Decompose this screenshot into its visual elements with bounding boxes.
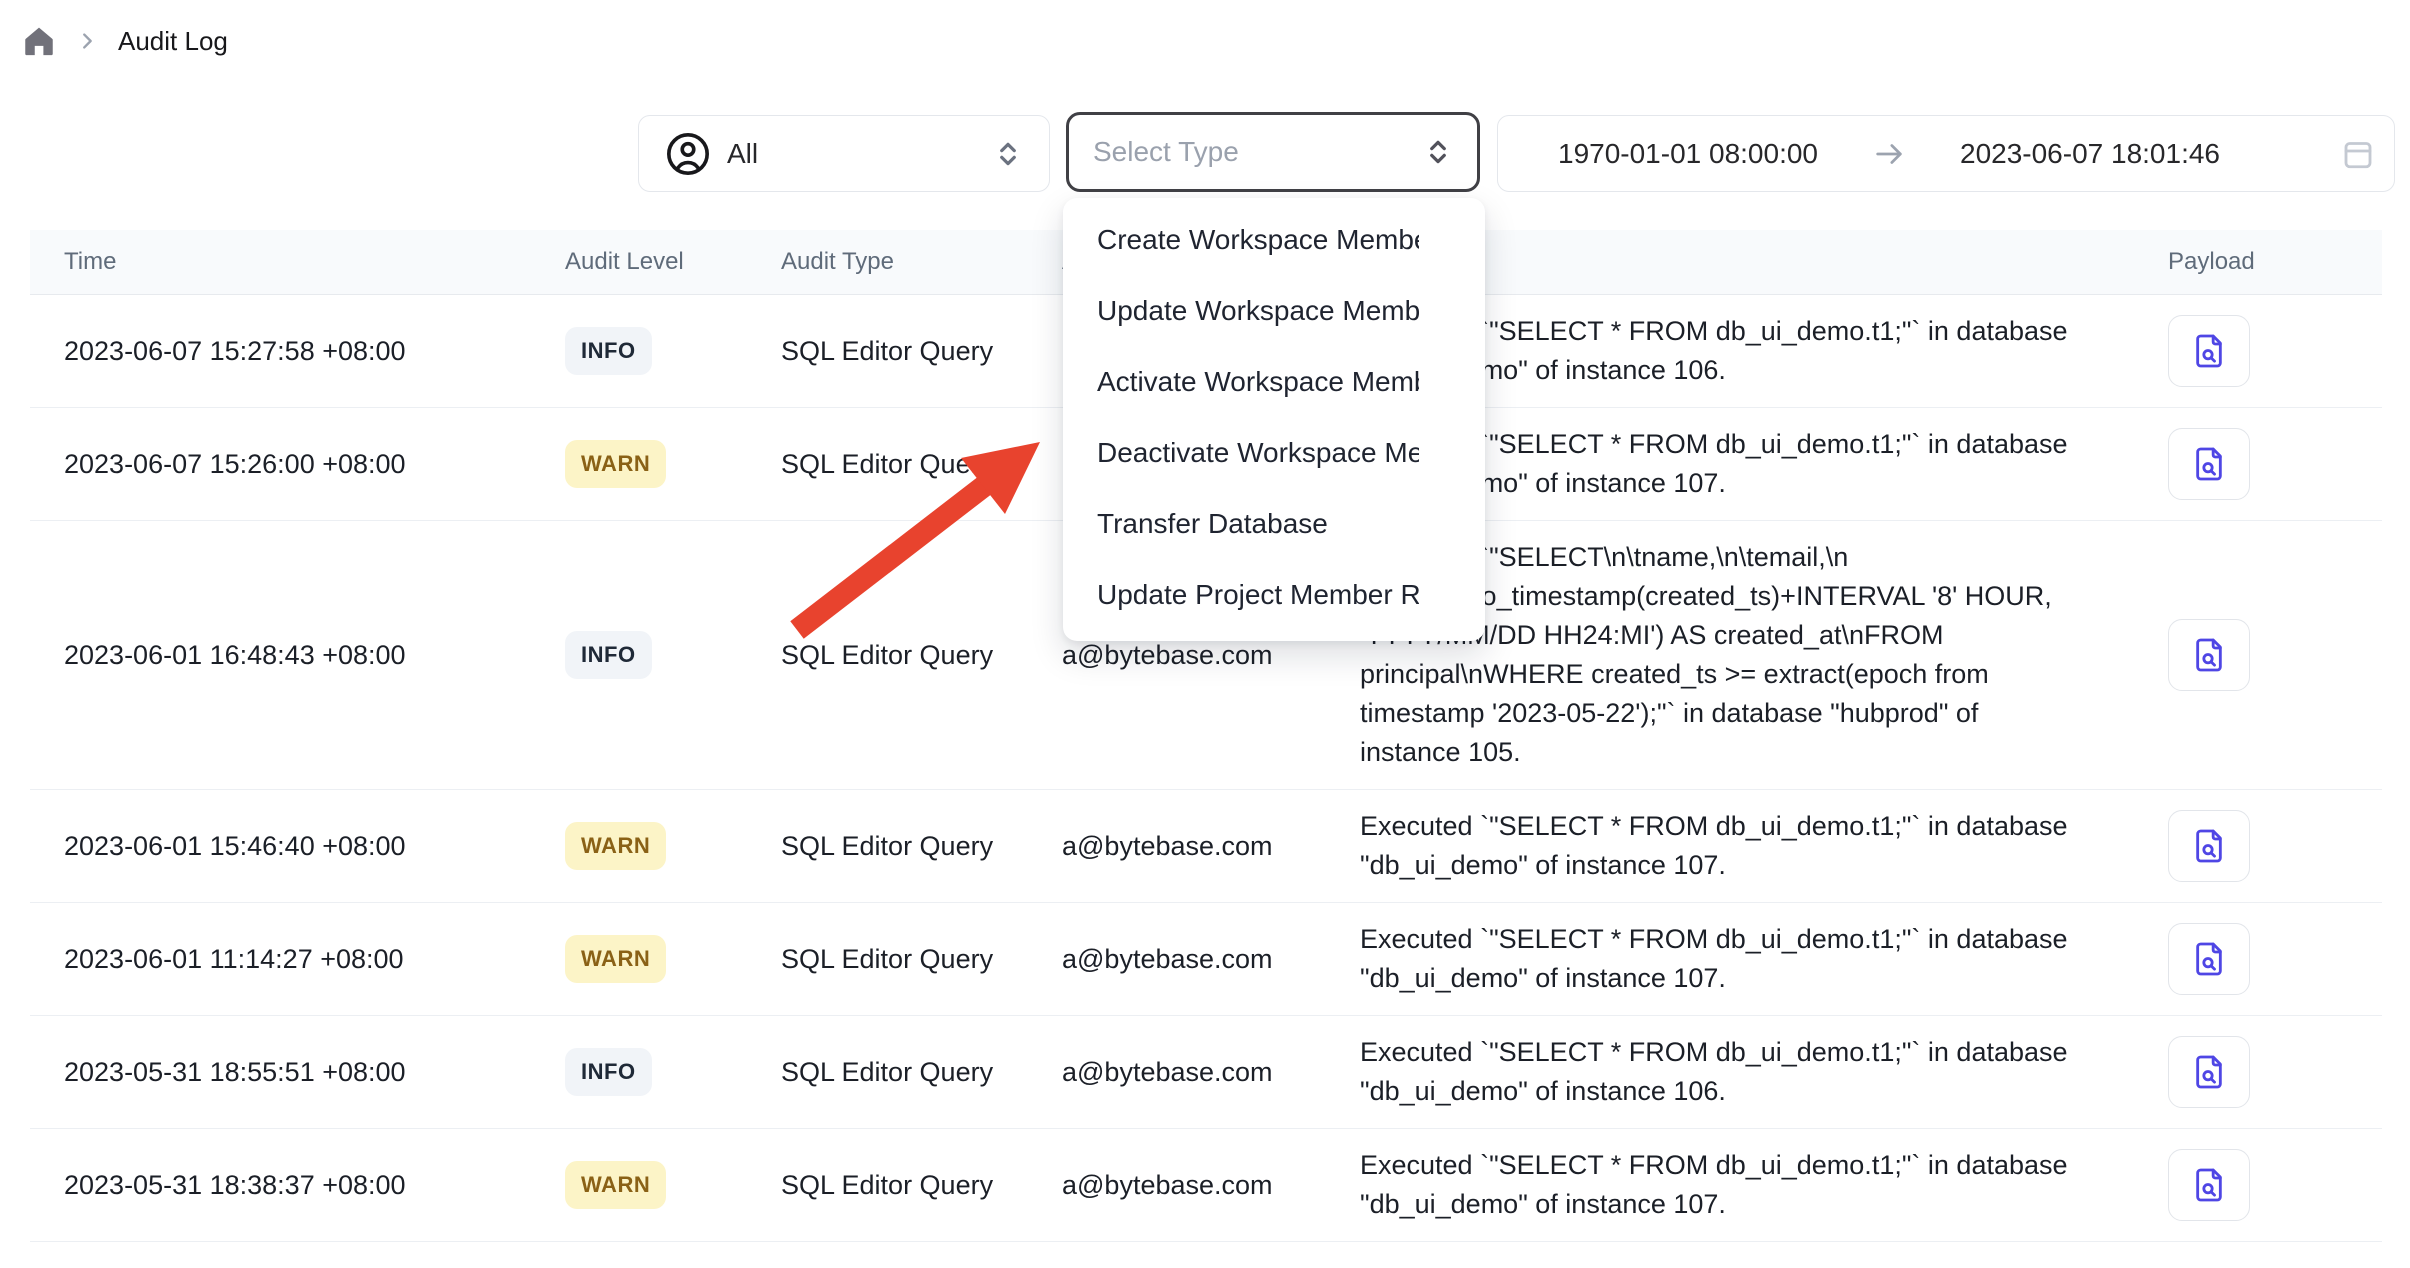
row-audit-type: SQL Editor Query [770,831,1050,862]
date-range-picker[interactable]: 1970-01-01 08:00:00 2023-06-07 18:01:46 [1497,115,2395,192]
row-actor: a@bytebase.com [1050,1057,1360,1088]
file-search-icon [2189,826,2229,866]
payload-view-button[interactable] [2168,810,2250,882]
table-row: 2023-05-31 18:38:37 +08:00 WARN SQL Editor… [30,1129,2382,1242]
type-dropdown-option-label: Create Workspace Member [1097,224,1419,256]
arrow-right-icon [1872,137,1906,171]
type-dropdown-option-label: Update Workspace Member [1097,295,1419,327]
row-audit-type: SQL Editor Query [770,1057,1050,1088]
type-dropdown-option-label: Transfer Database [1097,508,1419,540]
audit-level-badge: WARN [565,1161,666,1209]
table-row: 2023-06-01 11:14:27 +08:00 WARN SQL Editor… [30,903,2382,1016]
row-audit-type: SQL Editor Query [770,1170,1050,1201]
row-payload [2150,923,2382,995]
audit-level-badge: INFO [565,327,652,375]
row-audit-type: SQL Editor Query [770,640,1050,671]
payload-view-button[interactable] [2168,619,2250,691]
row-actor: a@bytebase.com [1050,944,1360,975]
type-dropdown-option[interactable]: Update Project Member Role [1063,559,1485,630]
payload-view-button[interactable] [2168,315,2250,387]
type-dropdown-option[interactable]: Update Workspace Member [1063,275,1485,346]
type-dropdown-option-label: Update Project Member Role [1097,579,1419,611]
file-search-icon [2189,939,2229,979]
header-audit-type: Audit Type [770,248,1050,276]
home-icon[interactable] [22,24,56,58]
file-search-icon [2189,635,2229,675]
person-circle-icon [665,131,711,177]
payload-view-button[interactable] [2168,1149,2250,1221]
actor-filter-select[interactable]: All [638,115,1050,192]
type-dropdown-option[interactable]: Create Workspace Member [1063,204,1485,275]
type-dropdown-option-label: Deactivate Workspace Member [1097,437,1419,469]
row-payload [2150,1149,2382,1221]
row-comment: Executed `"SELECT * FROM db_ui_demo.t1;"… [1360,1033,2150,1111]
date-range-start: 1970-01-01 08:00:00 [1558,138,1818,170]
row-comment: Executed `"SELECT * FROM db_ui_demo.t1;"… [1360,1146,2150,1224]
page-title: Audit Log [118,26,228,57]
audit-level-badge: WARN [565,822,666,870]
row-actor: a@bytebase.com [1050,831,1360,862]
row-audit-type: SQL Editor Query [770,336,1050,367]
chevron-updown-icon [1423,135,1453,169]
row-audit-level: WARN [550,935,770,983]
calendar-icon [2340,136,2376,172]
row-audit-level: INFO [550,327,770,375]
row-comment: Executed `"SELECT * FROM db_ui_demo.t1;"… [1360,807,2150,885]
row-audit-level: INFO [550,1048,770,1096]
audit-level-badge: INFO [565,1048,652,1096]
type-dropdown-menu: Create Workspace Member Update Workspace … [1063,198,1485,641]
row-comment: Executed `"SELECT * FROM db_ui_demo.t1;"… [1360,920,2150,998]
row-actor: a@bytebase.com [1050,640,1360,671]
file-search-icon [2189,331,2229,371]
header-audit-level: Audit Level [550,248,770,276]
row-time: 2023-06-07 15:27:58 +08:00 [30,336,550,367]
row-time: 2023-06-07 15:26:00 +08:00 [30,449,550,480]
chevron-updown-icon [993,137,1023,171]
table-row: 2023-05-31 18:55:51 +08:00 INFO SQL Editor… [30,1016,2382,1129]
row-payload [2150,619,2382,691]
row-payload [2150,428,2382,500]
payload-view-button[interactable] [2168,923,2250,995]
row-time: 2023-05-31 18:38:37 +08:00 [30,1170,550,1201]
row-payload [2150,810,2382,882]
row-audit-type: SQL Editor Query [770,449,1050,480]
row-actor: a@bytebase.com [1050,1170,1360,1201]
type-filter-placeholder: Select Type [1093,136,1239,168]
row-time: 2023-06-01 11:14:27 +08:00 [30,944,550,975]
payload-view-button[interactable] [2168,1036,2250,1108]
audit-level-badge: WARN [565,440,666,488]
next-row-sliver [30,1242,2382,1259]
breadcrumb-chevron-icon [76,30,98,52]
date-range-end: 2023-06-07 18:01:46 [1960,138,2220,170]
type-dropdown-option[interactable]: Activate Workspace Member [1063,346,1485,417]
file-search-icon [2189,1052,2229,1092]
row-audit-level: WARN [550,822,770,870]
header-payload: Payload [2150,248,2382,276]
row-payload [2150,1036,2382,1108]
row-audit-level: WARN [550,1161,770,1209]
type-dropdown-option[interactable]: Deactivate Workspace Member [1063,417,1485,488]
type-dropdown-option-label: Activate Workspace Member [1097,366,1419,398]
actor-filter-value: All [727,138,758,170]
type-filter-select[interactable]: Select Type [1066,112,1480,192]
table-row: 2023-06-01 15:46:40 +08:00 WARN SQL Editor… [30,790,2382,903]
row-audit-level: WARN [550,440,770,488]
row-time: 2023-05-31 18:55:51 +08:00 [30,1057,550,1088]
audit-level-badge: WARN [565,935,666,983]
row-audit-level: INFO [550,631,770,679]
row-time: 2023-06-01 15:46:40 +08:00 [30,831,550,862]
file-search-icon [2189,444,2229,484]
row-time: 2023-06-01 16:48:43 +08:00 [30,640,550,671]
audit-log-page: Audit Log All Select Type 1970-01-01 08:… [0,0,2410,1268]
payload-view-button[interactable] [2168,428,2250,500]
header-time: Time [30,248,550,276]
breadcrumb: Audit Log [22,24,228,58]
row-payload [2150,315,2382,387]
audit-level-badge: INFO [565,631,652,679]
file-search-icon [2189,1165,2229,1205]
type-dropdown-option[interactable]: Transfer Database [1063,488,1485,559]
row-audit-type: SQL Editor Query [770,944,1050,975]
